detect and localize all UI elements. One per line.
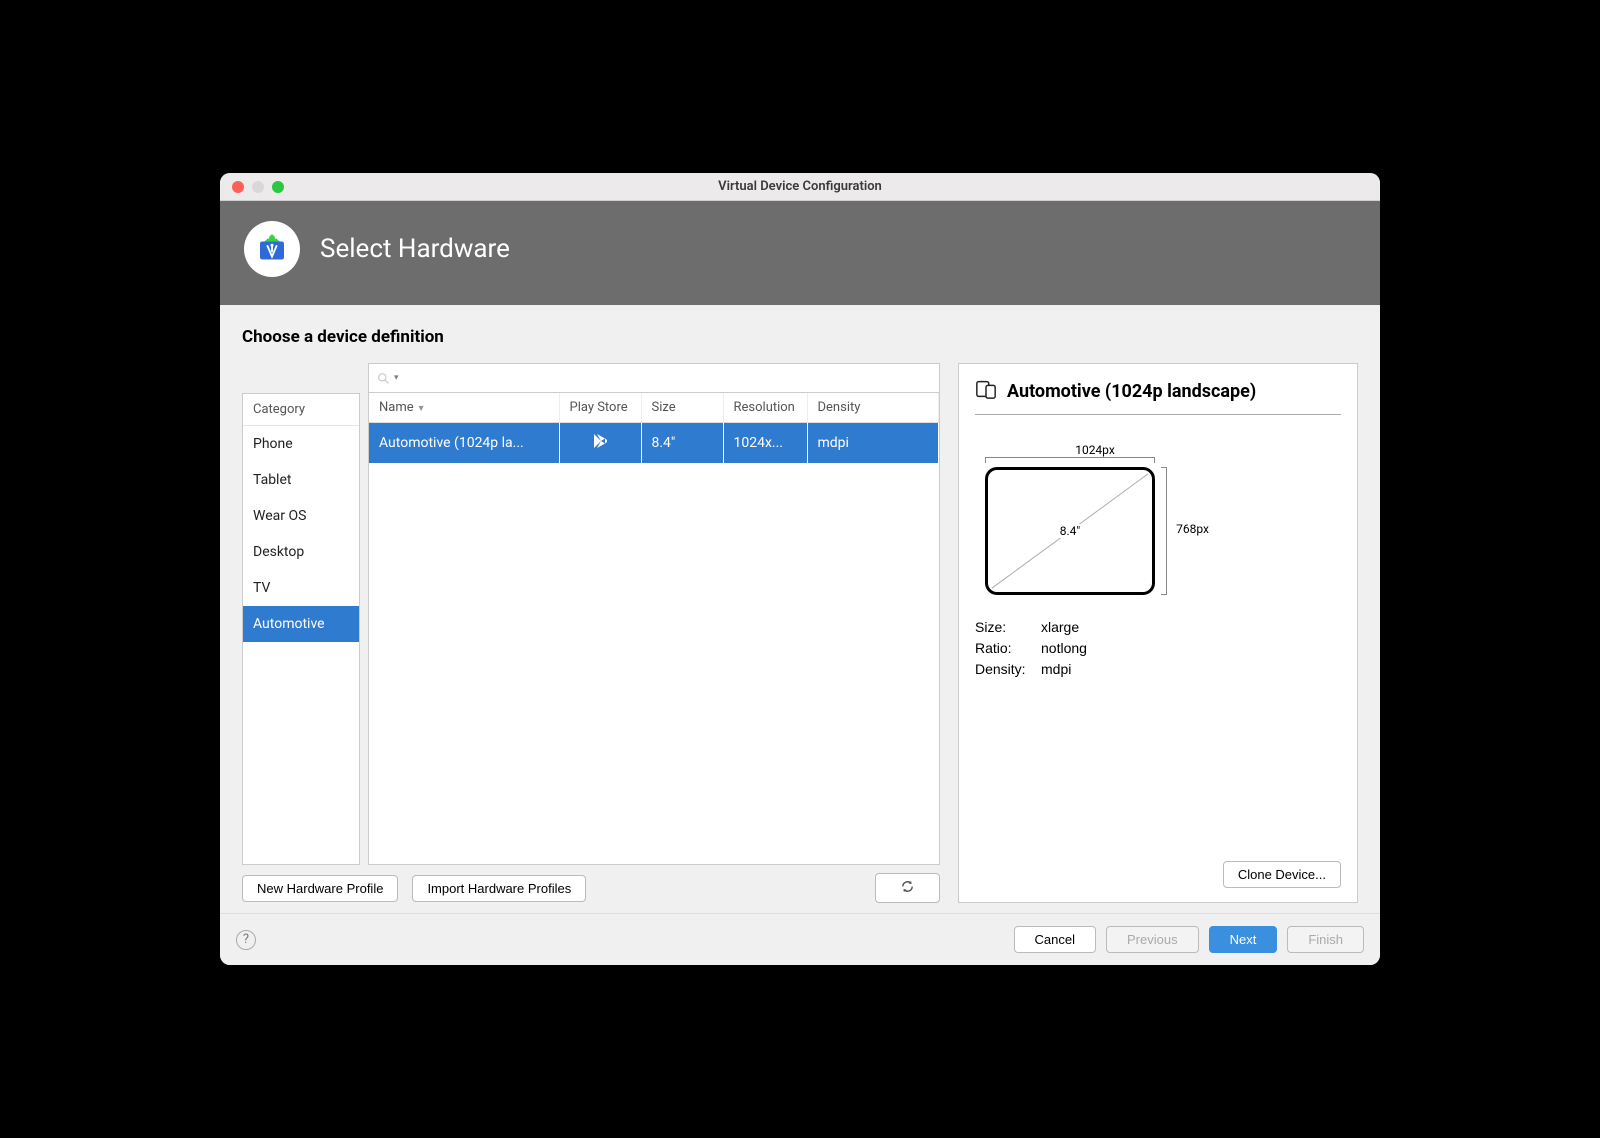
header: Select Hardware: [220, 201, 1380, 305]
category-item-tv[interactable]: TV: [243, 570, 359, 606]
subheading: Choose a device definition: [242, 327, 1358, 347]
footer: ? Cancel Previous Next Finish: [220, 913, 1380, 965]
col-resolution[interactable]: Resolution: [723, 393, 807, 423]
refresh-button[interactable]: [875, 873, 940, 903]
finish-button: Finish: [1287, 926, 1364, 953]
col-size[interactable]: Size: [641, 393, 723, 423]
device-table: Name▼ Play Store Size Resolution Density: [368, 393, 940, 865]
cell-size: 8.4": [641, 423, 723, 464]
device-figure: 1024px 8.4" 768px: [985, 443, 1205, 595]
header-title: Select Hardware: [320, 234, 510, 264]
dialog-window: Virtual Device Configuration Select Hard…: [220, 173, 1380, 965]
category-item-desktop[interactable]: Desktop: [243, 534, 359, 570]
category-item-phone[interactable]: Phone: [243, 426, 359, 462]
cell-name: Automotive (1024p la...: [369, 423, 559, 464]
col-name[interactable]: Name▼: [369, 393, 559, 423]
android-studio-icon: [244, 221, 300, 277]
diagonal-label: 8.4": [1057, 524, 1084, 538]
titlebar: Virtual Device Configuration: [220, 173, 1380, 201]
cell-play-store: [559, 423, 641, 464]
preview-panel: Automotive (1024p landscape) 1024px 8.4": [958, 363, 1358, 903]
category-item-wear-os[interactable]: Wear OS: [243, 498, 359, 534]
search-input[interactable]: ▾: [368, 363, 940, 393]
cell-resolution: 1024x...: [723, 423, 807, 464]
import-hardware-profiles-button[interactable]: Import Hardware Profiles: [412, 875, 586, 902]
preview-title: Automotive (1024p landscape): [1007, 381, 1256, 402]
refresh-icon: [900, 879, 915, 894]
next-button[interactable]: Next: [1209, 926, 1278, 953]
width-label: 1024px: [985, 443, 1205, 457]
category-heading: Category: [243, 394, 359, 426]
search-icon: [377, 372, 390, 385]
col-density[interactable]: Density: [807, 393, 939, 423]
category-list: Category Phone Tablet Wear OS Desktop TV…: [242, 393, 360, 865]
table-row[interactable]: Automotive (1024p la... 8.4" 1024x...: [369, 423, 939, 464]
play-store-icon: [592, 433, 608, 453]
window-title: Virtual Device Configuration: [220, 179, 1380, 194]
new-hardware-profile-button[interactable]: New Hardware Profile: [242, 875, 398, 902]
col-play-store[interactable]: Play Store: [559, 393, 641, 423]
help-button[interactable]: ?: [236, 930, 256, 950]
sort-desc-icon: ▼: [417, 404, 426, 414]
cell-density: mdpi: [807, 423, 939, 464]
search-dropdown-icon[interactable]: ▾: [394, 373, 399, 383]
category-item-tablet[interactable]: Tablet: [243, 462, 359, 498]
clone-device-button[interactable]: Clone Device...: [1223, 861, 1341, 888]
device-outline: 8.4": [985, 467, 1155, 595]
category-item-automotive[interactable]: Automotive: [243, 606, 359, 642]
devices-icon: [975, 378, 997, 404]
content-area: Choose a device definition Category Phon…: [220, 305, 1380, 913]
previous-button: Previous: [1106, 926, 1199, 953]
cancel-button[interactable]: Cancel: [1014, 926, 1096, 953]
device-specs: Size:xlarge Ratio:notlong Density:mdpi: [975, 617, 1341, 680]
height-label: 768px: [1176, 522, 1209, 536]
